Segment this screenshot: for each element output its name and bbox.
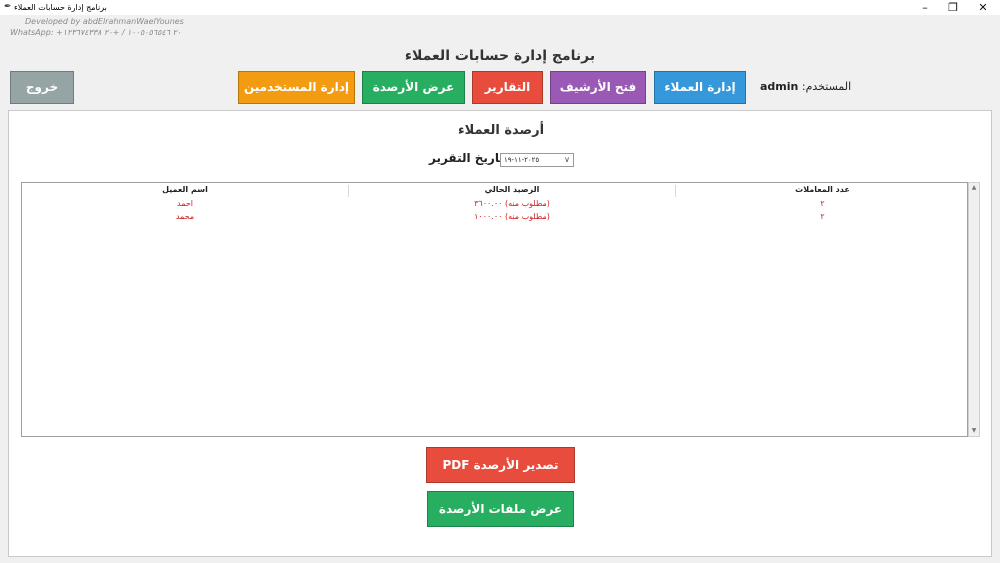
report-title: أرصدة العملاء: [457, 123, 545, 138]
title-bar: ✒ برنامج إدارة حسابات العملاء – ❐ ✕: [0, 0, 1000, 15]
cell-transaction-count: ٢: [820, 199, 825, 208]
app-title: برنامج إدارة حسابات العملاء: [404, 48, 596, 64]
report-date-label: :تاريخ التقرير: [429, 151, 509, 165]
restore-button[interactable]: ❐: [938, 0, 968, 15]
user-name: admin: [760, 80, 799, 93]
developer-whatsapp: WhatsApp: +٢٠ ١٠٠٥٠٥٦٥٤٦ / +٢٠ ١٢٣٦٧٤٣٣٨: [10, 28, 182, 37]
window-title: برنامج إدارة حسابات العملاء: [14, 3, 107, 12]
table-row[interactable]: احمد (مطلوب منه) ٣٦٠٠.٠٠ ٢: [22, 199, 969, 212]
export-pdf-button[interactable]: تصدير الأرصدة PDF: [426, 447, 575, 483]
cell-current-balance: (مطلوب منه) ١٠٠٠.٠٠: [474, 212, 550, 221]
table-scrollbar[interactable]: ▲ ▼: [968, 182, 980, 437]
developer-credit: Developed by abdElrahmanWaelYounes: [25, 17, 184, 26]
cell-customer-name: احمد: [177, 199, 193, 208]
view-balances-button[interactable]: عرض الأرصدة: [362, 71, 465, 104]
reports-button[interactable]: التقارير: [472, 71, 543, 104]
scroll-up-icon[interactable]: ▲: [969, 183, 979, 193]
table-row[interactable]: محمد (مطلوب منه) ١٠٠٠.٠٠ ٢: [22, 212, 969, 225]
header-customer-name[interactable]: اسم العميل: [22, 185, 348, 194]
cell-transaction-count: ٢: [820, 212, 825, 221]
user-label: :المستخدم: [801, 80, 852, 93]
chevron-down-icon: ∨: [564, 155, 570, 164]
balances-table: اسم العميل الرصيد الحالي عدد المعاملات ا…: [21, 182, 968, 437]
minimize-button[interactable]: –: [910, 0, 940, 15]
balances-panel: أرصدة العملاء :تاريخ التقرير ٢٠٢٥-١١-١٩ …: [8, 110, 992, 557]
header-transaction-count[interactable]: عدد المعاملات: [676, 185, 969, 194]
current-user: admin :المستخدم: [760, 80, 851, 93]
manage-customers-button[interactable]: إدارة العملاء: [654, 71, 746, 104]
header-current-balance[interactable]: الرصيد الحالي: [349, 185, 675, 194]
exit-button[interactable]: خروج: [10, 71, 74, 104]
cell-current-balance: (مطلوب منه) ٣٦٠٠.٠٠: [474, 199, 550, 208]
open-archive-button[interactable]: فتح الأرشيف: [550, 71, 646, 104]
view-balance-files-button[interactable]: عرض ملفات الأرصدة: [427, 491, 574, 527]
cell-customer-name: محمد: [175, 212, 195, 221]
feather-icon: ✒: [4, 2, 12, 12]
table-header: اسم العميل الرصيد الحالي عدد المعاملات: [22, 183, 969, 197]
report-date-select[interactable]: ٢٠٢٥-١١-١٩ ∨: [500, 153, 574, 167]
manage-users-button[interactable]: إدارة المستخدمين: [238, 71, 355, 104]
report-date-value: ٢٠٢٥-١١-١٩: [504, 156, 540, 164]
close-button[interactable]: ✕: [968, 0, 998, 15]
scroll-down-icon[interactable]: ▼: [969, 426, 979, 436]
